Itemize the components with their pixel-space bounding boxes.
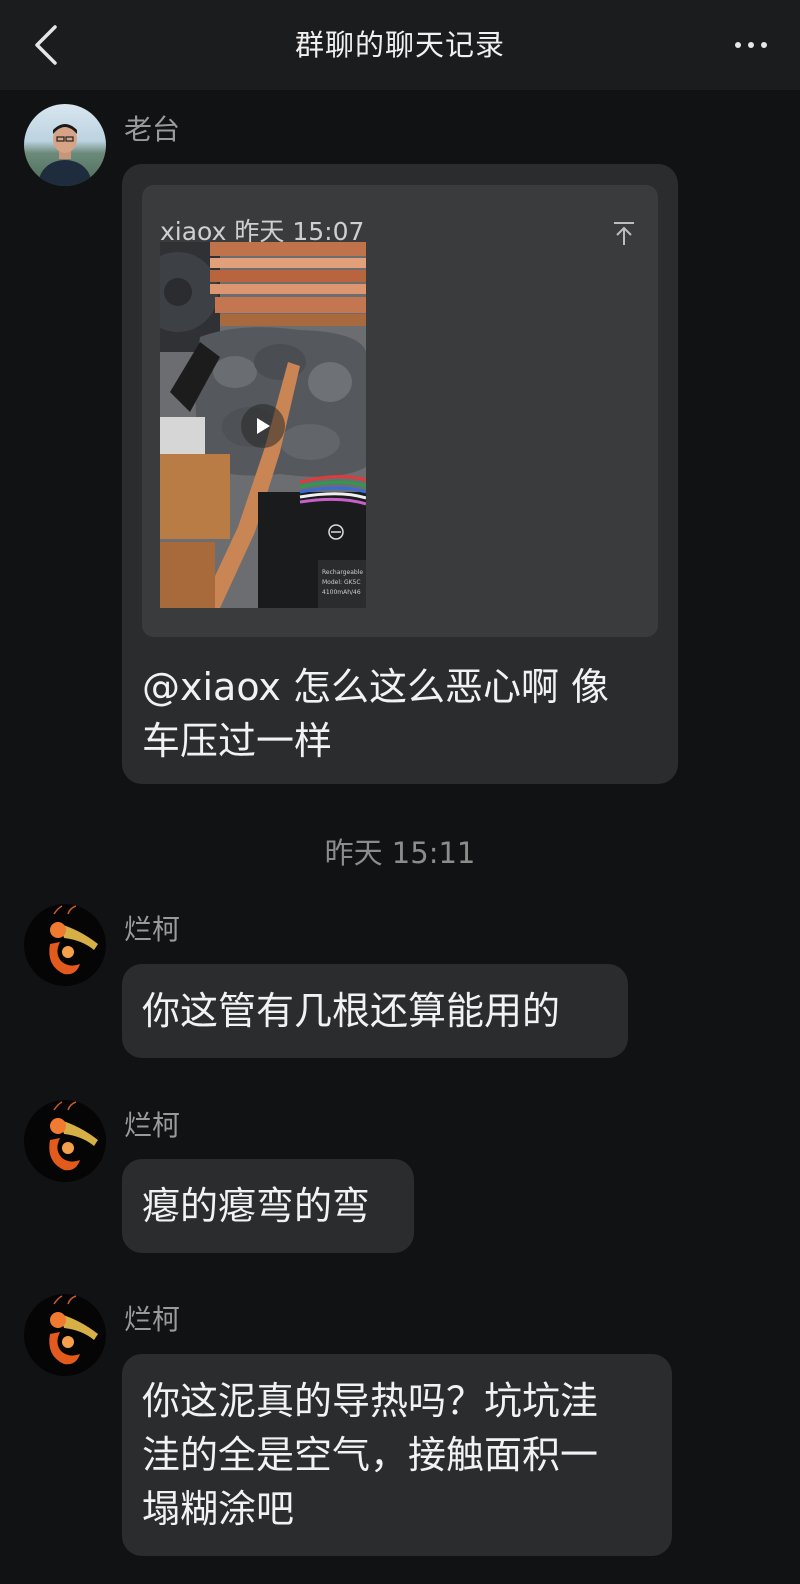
more-button[interactable] xyxy=(726,28,776,62)
sender-name: 老台 xyxy=(124,113,181,146)
scroll-to-top-icon[interactable] xyxy=(612,207,636,245)
message-bubble[interactable]: 瘪的瘪弯的弯 xyxy=(122,1159,414,1253)
shrimp-icon xyxy=(49,1295,98,1365)
avatar-lanke[interactable] xyxy=(24,904,106,986)
more-horizontal-icon xyxy=(735,42,741,48)
shrimp-icon xyxy=(49,1101,98,1171)
video-thumbnail[interactable]: Rechargeable Model: GK5C 4100mAh/46 xyxy=(160,242,366,608)
shrimp-icon xyxy=(49,905,98,975)
svg-text:Model: GK5C: Model: GK5C xyxy=(322,579,361,586)
avatar-lanke[interactable] xyxy=(24,1100,106,1182)
message-text: 瘪的瘪弯的弯 xyxy=(142,1184,371,1228)
time-divider: 昨天 15:11 xyxy=(324,836,476,870)
top-bar: 群聊的聊天记录 xyxy=(0,0,800,90)
avatar-lanke[interactable] xyxy=(24,1294,106,1376)
message-bubble[interactable]: 你这泥真的导热吗？坑坑洼 洼的全是空气，接触面积一 塌糊涂吧 xyxy=(122,1354,672,1556)
page-title: 群聊的聊天记录 xyxy=(294,28,505,62)
svg-text:4100mAh/46: 4100mAh/46 xyxy=(322,589,361,596)
message-text: 你这管有几根还算能用的 xyxy=(142,989,561,1033)
sender-name: 烂柯 xyxy=(124,1303,181,1336)
message-bubble[interactable]: xiaox 昨天 15:07 Rechargeable Model: GK5C … xyxy=(122,164,678,784)
sender-name: 烂柯 xyxy=(124,913,181,946)
play-icon xyxy=(257,418,270,434)
svg-text:Rechargeable: Rechargeable xyxy=(322,569,363,576)
message-text: @xiaox 怎么这么恶心啊 像 车压过一样 xyxy=(142,665,610,763)
sender-name: 烂柯 xyxy=(124,1109,181,1142)
quoted-message-card[interactable]: xiaox 昨天 15:07 Rechargeable Model: GK5C … xyxy=(142,185,658,637)
play-button[interactable] xyxy=(241,404,285,448)
message-text: 你这泥真的导热吗？坑坑洼 洼的全是空气，接触面积一 塌糊涂吧 xyxy=(142,1379,599,1531)
message-bubble[interactable]: 你这管有几根还算能用的 xyxy=(122,964,628,1058)
person-portrait-icon xyxy=(39,124,91,186)
avatar-laotai[interactable] xyxy=(24,104,106,186)
